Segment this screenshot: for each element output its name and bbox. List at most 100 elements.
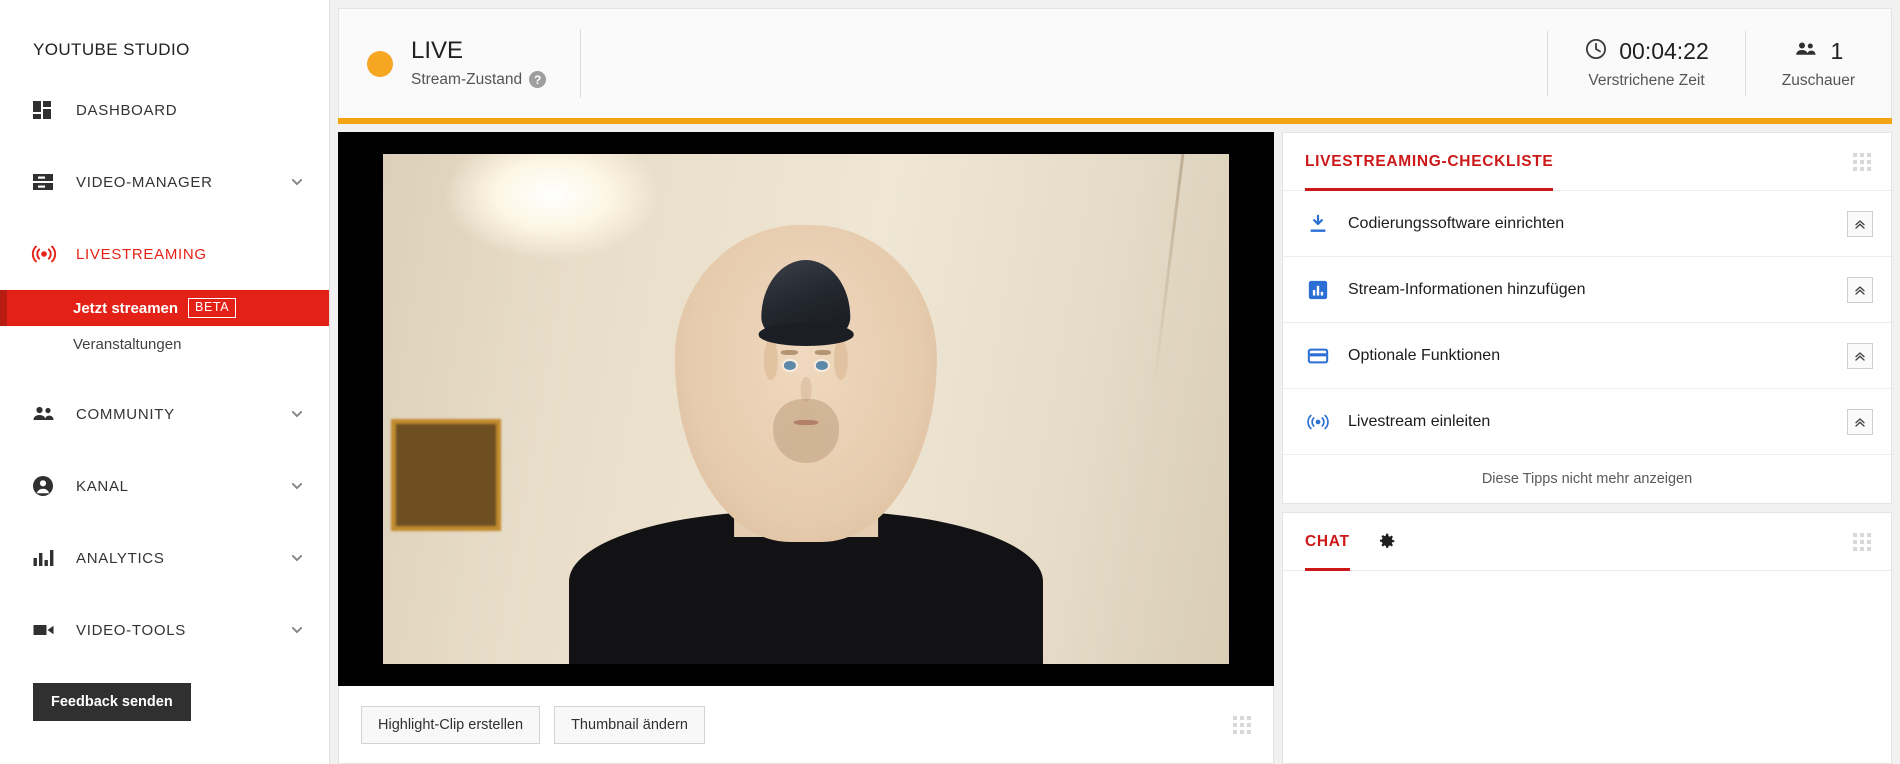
beta-badge: BETA (188, 298, 237, 318)
checklist-header: LIVESTREAMING-CHECKLISTE (1283, 133, 1891, 191)
collapse-icon[interactable] (1847, 342, 1873, 369)
checklist-item-label: Stream-Informationen hinzufügen (1348, 280, 1586, 298)
metric-value-row: 1 (1793, 37, 1843, 66)
livestream-icon (31, 242, 65, 266)
chat-title: CHAT (1305, 513, 1350, 571)
sidebar-subitem-veranstaltungen[interactable]: Veranstaltungen (0, 326, 329, 362)
checklist-item-label: Codierungssoftware einrichten (1348, 214, 1565, 232)
dismiss-tips-link[interactable]: Diese Tipps nicht mehr anzeigen (1283, 455, 1891, 503)
person-ear-left (764, 339, 778, 381)
elapsed-time-label: Verstrichene Zeit (1588, 72, 1705, 89)
broadcast-icon (1305, 411, 1331, 433)
live-status-title: LIVE (411, 37, 464, 65)
chevron-down-icon[interactable] (287, 172, 307, 192)
video-column: Highlight-Clip erstellen Thumbnail änder… (338, 132, 1274, 764)
checklist-item-stream-info[interactable]: Stream-Informationen hinzufügen (1283, 257, 1891, 323)
stream-health-label: Stream-Zustand ? (411, 70, 547, 89)
checklist-item-start-livestream[interactable]: Livestream einleiten (1283, 389, 1891, 455)
chevron-down-icon[interactable] (287, 620, 307, 640)
checklist-title: LIVESTREAMING-CHECKLISTE (1305, 133, 1554, 191)
gear-icon[interactable] (1376, 531, 1397, 552)
sidebar-subitem-jetzt-streamen[interactable]: Jetzt streamen BETA (0, 290, 329, 326)
sidebar-subitem-label: Jetzt streamen (73, 299, 179, 317)
wall-picture-frame (391, 419, 502, 532)
drag-handle-icon[interactable] (1853, 532, 1871, 551)
brand-title: YOUTUBE STUDIO (33, 40, 190, 59)
drag-handle-icon[interactable] (1233, 715, 1251, 734)
change-thumbnail-button[interactable]: Thumbnail ändern (554, 705, 705, 744)
sidebar-item-video-manager[interactable]: VIDEO-MANAGER (0, 146, 329, 218)
sidebar-item-analytics[interactable]: ANALYTICS (0, 522, 329, 594)
content-row: Highlight-Clip erstellen Thumbnail änder… (338, 124, 1892, 764)
viewers-label: Zuschauer (1781, 72, 1855, 89)
checklist-item-label: Livestream einleiten (1348, 412, 1491, 430)
person-eyebrow-left (780, 350, 798, 356)
sidebar: YOUTUBE STUDIO DASHBOARD VIDEO-MANAGER L… (0, 0, 330, 764)
checklist-item-label: Optionale Funktionen (1348, 346, 1501, 364)
card-icon (1305, 345, 1331, 367)
sidebar-subitem-label: Veranstaltungen (73, 335, 182, 353)
video-tools-icon (31, 618, 65, 642)
sidebar-item-dashboard[interactable]: DASHBOARD (0, 74, 329, 146)
viewers-value: 1 (1830, 38, 1844, 64)
chevron-down-icon[interactable] (287, 476, 307, 496)
webcam-feed (383, 154, 1229, 664)
sidebar-item-label: LIVESTREAMING (76, 245, 207, 263)
youtube-studio-live-dashboard: YOUTUBE STUDIO DASHBOARD VIDEO-MANAGER L… (0, 0, 1900, 764)
sidebar-item-livestreaming[interactable]: LIVESTREAMING (0, 218, 329, 290)
chat-card: CHAT (1282, 512, 1892, 764)
elapsed-time-value: 00:04:22 (1619, 38, 1709, 64)
person-mouth (794, 419, 818, 425)
sidebar-item-label: DASHBOARD (76, 101, 178, 119)
stream-health-block: LIVE Stream-Zustand ? (339, 29, 582, 98)
person-ear-right (834, 339, 848, 381)
sidebar-item-label: COMMUNITY (76, 405, 175, 423)
collapse-icon[interactable] (1847, 408, 1873, 435)
bar-chart-icon (1305, 279, 1331, 301)
main-area: LIVE Stream-Zustand ? 00:04:22 Verstrich… (330, 0, 1900, 764)
person-beard (773, 399, 839, 463)
analytics-icon (31, 546, 65, 570)
community-icon (31, 402, 65, 426)
sidebar-item-kanal[interactable]: KANAL (0, 450, 329, 522)
stream-health-text: Stream-Zustand (411, 70, 523, 88)
create-highlight-clip-button[interactable]: Highlight-Clip erstellen (361, 705, 541, 744)
download-icon (1305, 213, 1331, 235)
checklist-item-optional-features[interactable]: Optionale Funktionen (1283, 323, 1891, 389)
metric-value-row: 00:04:22 (1584, 37, 1709, 66)
clock-icon (1584, 37, 1608, 66)
sidebar-item-community[interactable]: COMMUNITY (0, 378, 329, 450)
dashboard-icon (31, 98, 65, 122)
player-action-bar: Highlight-Clip erstellen Thumbnail änder… (338, 686, 1274, 764)
right-column: LIVESTREAMING-CHECKLISTE Codierungssoftw… (1282, 132, 1892, 764)
chevron-down-icon[interactable] (287, 548, 307, 568)
help-icon[interactable]: ? (529, 71, 547, 89)
wall-edge (1152, 154, 1185, 389)
channel-icon (31, 474, 65, 498)
person-eye-right (816, 361, 829, 370)
viewers-icon (1793, 37, 1819, 66)
video-manager-icon (31, 170, 65, 194)
sidebar-item-label: VIDEO-TOOLS (76, 621, 186, 639)
send-feedback-button[interactable]: Feedback senden (33, 683, 191, 721)
sidebar-item-video-tools[interactable]: VIDEO-TOOLS (0, 594, 329, 666)
metric-viewers: 1 Zuschauer (1744, 31, 1891, 96)
drag-handle-icon[interactable] (1853, 152, 1871, 171)
metric-elapsed-time: 00:04:22 Verstrichene Zeit (1547, 31, 1745, 96)
chevron-down-icon[interactable] (287, 404, 307, 424)
livestreaming-checklist-card: LIVESTREAMING-CHECKLISTE Codierungssoftw… (1282, 132, 1892, 504)
person-eye-left (783, 361, 796, 370)
chat-message-list[interactable] (1283, 571, 1891, 763)
checklist-item-encoding-software[interactable]: Codierungssoftware einrichten (1283, 191, 1891, 257)
live-preview-player[interactable] (338, 132, 1274, 686)
chat-header: CHAT (1283, 513, 1891, 571)
collapse-icon[interactable] (1847, 276, 1873, 303)
sidebar-item-label: KANAL (76, 477, 129, 495)
person-eyebrow-right (814, 350, 832, 356)
sidebar-item-label: VIDEO-MANAGER (76, 173, 213, 191)
stream-status-bar: LIVE Stream-Zustand ? 00:04:22 Verstrich… (338, 8, 1892, 118)
person-head (674, 225, 938, 542)
collapse-icon[interactable] (1847, 210, 1873, 237)
